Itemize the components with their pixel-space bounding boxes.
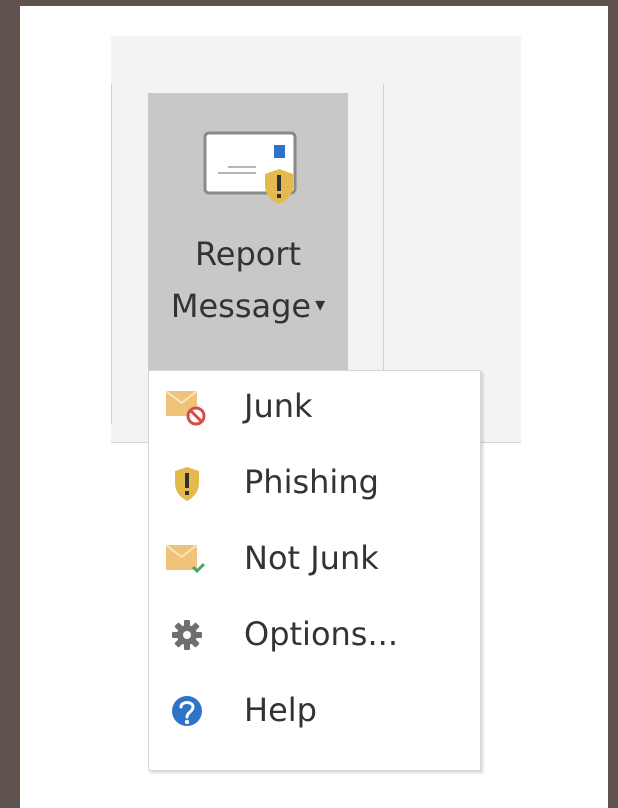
menu-item-label: Help	[244, 691, 317, 729]
menu-item-label: Junk	[244, 387, 313, 425]
gear-icon	[162, 599, 212, 671]
menu-item-options[interactable]: Options...	[149, 599, 480, 671]
menu-item-label: Not Junk	[244, 539, 379, 577]
junk-icon	[162, 371, 212, 443]
report-message-button[interactable]: Report Message ▾	[148, 93, 348, 370]
report-message-label-line2-text: Message	[170, 287, 312, 325]
menu-item-label: Options...	[244, 615, 398, 653]
ribbon-divider-left	[111, 84, 112, 424]
report-message-label-line2: Message ▾	[148, 290, 348, 322]
ribbon-divider-right	[383, 84, 384, 384]
menu-item-junk[interactable]: Junk	[149, 371, 480, 443]
menu-item-phishing[interactable]: Phishing	[149, 447, 480, 519]
menu-item-help[interactable]: Help	[149, 675, 480, 747]
menu-item-not-junk[interactable]: Not Junk	[149, 523, 480, 595]
menu-item-label: Phishing	[244, 463, 379, 501]
not-junk-icon	[162, 523, 212, 595]
report-message-menu: Junk Phishing Not Junk Options... Help	[148, 370, 481, 771]
help-icon	[162, 675, 212, 747]
report-message-label-line1: Report	[194, 235, 302, 273]
phishing-icon	[162, 447, 212, 519]
dropdown-caret-icon: ▾	[315, 292, 326, 316]
canvas: Report Message ▾ Junk Phishing Not Junk …	[20, 6, 608, 808]
report-message-icon	[203, 131, 297, 204]
